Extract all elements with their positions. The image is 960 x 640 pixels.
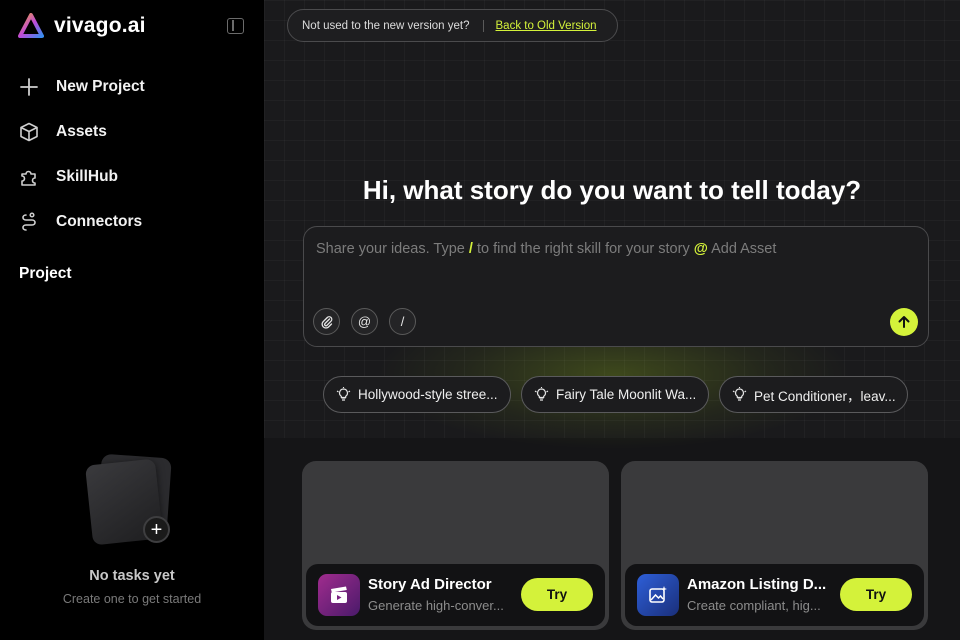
paperclip-icon [321, 315, 332, 329]
feature-card-footer: Amazon Listing D... Create compliant, hi… [625, 564, 924, 626]
sidebar-item-new-project[interactable]: New Project [18, 64, 145, 109]
back-to-old-version-link[interactable]: Back to Old Version [496, 20, 597, 32]
chip-label: Hollywood-style stree... [358, 387, 498, 402]
send-button[interactable] [890, 308, 918, 336]
brand-name: vivago.ai [54, 14, 146, 37]
project-heading: Project [19, 265, 72, 282]
sidebar-item-label: SkillHub [56, 167, 119, 185]
sidebar-item-label: New Project [56, 77, 145, 95]
link-icon [22, 211, 36, 231]
at-icon: @ [357, 314, 372, 329]
attach-button[interactable] [313, 308, 340, 335]
mention-asset-button[interactable]: @ [351, 308, 378, 335]
slash-icon: / [400, 314, 405, 329]
feature-card-footer: Story Ad Director Generate high-conver..… [306, 564, 605, 626]
sidebar-item-skillhub[interactable]: SkillHub [18, 154, 145, 199]
lightbulb-icon [336, 387, 351, 401]
try-button[interactable]: Try [521, 578, 593, 611]
suggestion-chip[interactable]: Hollywood-style stree... [323, 376, 511, 413]
arrow-up-icon [898, 316, 910, 328]
feature-card-amazon-listing[interactable]: Amazon Listing D... Create compliant, hi… [621, 461, 928, 630]
notice-text: Not used to the new version yet? [302, 19, 470, 32]
puzzle-icon [21, 170, 36, 186]
sidebar-item-assets[interactable]: Assets [18, 109, 145, 154]
empty-state-illustration: + [85, 453, 177, 546]
sidebar-item-label: Assets [56, 122, 107, 140]
clapperboard-icon [318, 574, 360, 616]
image-sparkle-icon [637, 574, 679, 616]
empty-state: + No tasks yet Create one to get started [0, 453, 264, 606]
suggestion-chip[interactable]: Fairy Tale Moonlit Wa... [521, 376, 709, 413]
sidebar-item-connectors[interactable]: Connectors [18, 199, 145, 244]
feature-title: Story Ad Director [368, 576, 492, 593]
feature-subtitle: Generate high-conver... [368, 598, 504, 613]
version-notice: Not used to the new version yet? Back to… [287, 9, 618, 42]
try-button[interactable]: Try [840, 578, 912, 611]
feature-title: Amazon Listing D... [687, 576, 827, 593]
prompt-input[interactable]: Share your ideas. Type / to find the rig… [303, 226, 929, 347]
sidebar: vivago.ai New Project Assets SkillHub Co… [0, 0, 264, 640]
sidebar-item-label: Connectors [56, 212, 143, 230]
lightbulb-icon [534, 387, 549, 401]
prompt-placeholder: Share your ideas. Type / to find the rig… [316, 241, 777, 257]
feature-card-story-ad-director[interactable]: Story Ad Director Generate high-conver..… [302, 461, 609, 630]
empty-state-title: No tasks yet [89, 568, 175, 584]
suggestion-chip[interactable]: Pet Conditioner，leav... [719, 376, 908, 413]
plus-icon [20, 77, 38, 96]
sidebar-nav: New Project Assets SkillHub Connectors [18, 64, 145, 244]
page-title: Hi, what story do you want to tell today… [362, 175, 862, 205]
chip-label: Fairy Tale Moonlit Wa... [556, 387, 697, 402]
notice-divider [482, 19, 484, 32]
sidebar-collapse-icon[interactable] [227, 18, 244, 34]
chip-label: Pet Conditioner，leav... [754, 388, 896, 404]
empty-state-subtitle: Create one to get started [62, 592, 202, 606]
skill-command-button[interactable]: / [389, 308, 416, 335]
main-area: Not used to the new version yet? Back to… [264, 0, 960, 640]
create-task-icon[interactable]: + [143, 516, 170, 543]
lightbulb-icon [732, 387, 747, 401]
brand[interactable]: vivago.ai [18, 13, 146, 39]
triangle-logo-icon [18, 13, 44, 38]
feature-subtitle: Create compliant, hig... [687, 598, 821, 613]
cube-icon [20, 122, 38, 141]
